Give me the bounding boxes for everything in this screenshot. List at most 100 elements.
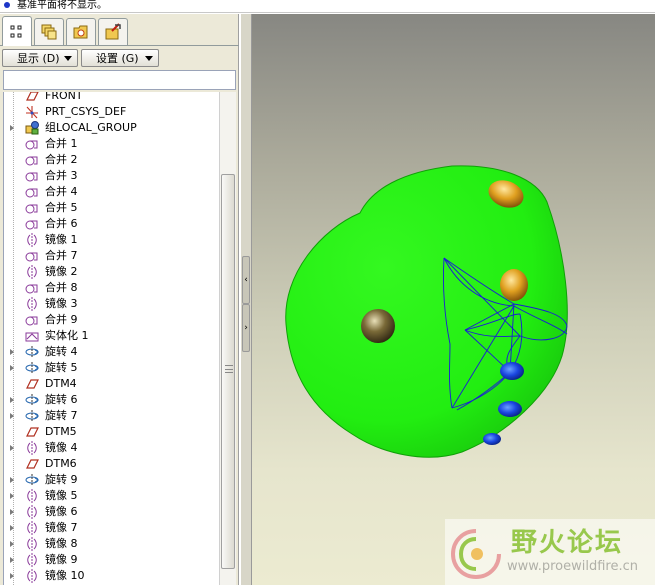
tree-item-label: 旋转 7 (45, 409, 78, 422)
revolve-icon (24, 344, 40, 360)
tab-layers[interactable] (34, 18, 64, 45)
die-pip (361, 309, 395, 343)
tree-item[interactable]: 镜像 5 (4, 488, 219, 504)
tree-item[interactable]: 实体化 1 (4, 328, 219, 344)
graphics-viewport[interactable] (252, 14, 655, 585)
tree-item[interactable]: 镜像 2 (4, 264, 219, 280)
tree-item[interactable]: 镜像 3 (4, 296, 219, 312)
expand-arrow-icon[interactable] (10, 397, 14, 403)
tree-item[interactable]: 镜像 8 (4, 536, 219, 552)
tree-item-label: 镜像 8 (45, 537, 78, 550)
expand-arrow-icon[interactable] (10, 557, 14, 563)
tree-item[interactable]: 镜像 7 (4, 520, 219, 536)
expand-arrow-icon[interactable] (10, 349, 14, 355)
tree-item-label: 合并 9 (45, 313, 78, 326)
tree-item-label: 旋转 4 (45, 345, 78, 358)
expand-arrow-icon[interactable] (10, 573, 14, 579)
tree-item-label: 组LOCAL_GROUP (45, 121, 137, 134)
tree-item[interactable]: 旋转 7 (4, 408, 219, 424)
tree-item[interactable]: 镜像 4 (4, 440, 219, 456)
expand-arrow-icon[interactable] (10, 365, 14, 371)
chevron-down-icon (145, 56, 153, 61)
mirror-icon (24, 488, 40, 504)
tab-model-tree[interactable] (2, 16, 32, 46)
tree-item-label: 合并 1 (45, 137, 78, 150)
expand-arrow-icon[interactable] (10, 125, 14, 131)
tree-item[interactable]: DTM4 (4, 376, 219, 392)
show-dropdown-button[interactable]: 显示 (D) (2, 49, 78, 67)
expand-arrow-icon[interactable] (10, 477, 14, 483)
mirror-icon (24, 296, 40, 312)
tree-item[interactable]: DTM6 (4, 456, 219, 472)
tree-item[interactable]: DTM5 (4, 424, 219, 440)
tree-item[interactable]: 合并 5 (4, 200, 219, 216)
tree-filter-field[interactable] (3, 70, 236, 90)
datum-plane-icon (24, 456, 40, 472)
tree-item[interactable]: 合并 3 (4, 168, 219, 184)
tree-item[interactable]: 镜像 9 (4, 552, 219, 568)
tree-item-label: 合并 7 (45, 249, 78, 262)
tree-item[interactable]: 合并 7 (4, 248, 219, 264)
tree-item[interactable]: 合并 6 (4, 216, 219, 232)
tree-item[interactable]: 旋转 9 (4, 472, 219, 488)
die-pip (483, 433, 501, 445)
tree-item[interactable]: 镜像 10 (4, 568, 219, 584)
scrollbar-thumb[interactable] (221, 174, 235, 569)
tree-item-label: 合并 3 (45, 169, 78, 182)
tab-favorites[interactable] (98, 18, 128, 45)
expand-panel-button[interactable]: › (242, 304, 250, 352)
expand-arrow-icon[interactable] (10, 509, 14, 515)
tree-item-label: 镜像 7 (45, 521, 78, 534)
mirror-icon (24, 552, 40, 568)
expand-arrow-icon[interactable] (10, 493, 14, 499)
tree-item[interactable]: 合并 9 (4, 312, 219, 328)
grip-icon (225, 365, 233, 373)
tree-item[interactable]: 合并 8 (4, 280, 219, 296)
tree-item[interactable]: 合并 2 (4, 152, 219, 168)
tree-item[interactable]: 镜像 1 (4, 232, 219, 248)
tree-item-label: 合并 2 (45, 153, 78, 166)
die-pip (500, 362, 524, 380)
tree-item-label: 镜像 1 (45, 233, 78, 246)
settings-dropdown-button[interactable]: 设置 (G) (81, 49, 159, 67)
navigator-panel: 显示 (D) 设置 (G) FRONT PRT_CSYS_DEF 组LOCAL_GR… (0, 14, 239, 585)
tab-folder-browser[interactable] (66, 18, 96, 45)
mirror-icon (24, 440, 40, 456)
tree-item[interactable]: 旋转 4 (4, 344, 219, 360)
tree-item-label: 镜像 6 (45, 505, 78, 518)
tree-item[interactable]: FRONT (4, 92, 219, 104)
navigator-tabs (0, 14, 239, 46)
mirror-icon (24, 504, 40, 520)
chevron-down-icon (64, 56, 72, 61)
tree-item[interactable]: PRT_CSYS_DEF (4, 104, 219, 120)
expand-arrow-icon[interactable] (10, 525, 14, 531)
tree-item[interactable]: 镜像 6 (4, 504, 219, 520)
tree-item-label: 镜像 9 (45, 553, 78, 566)
tree-item-label: 旋转 6 (45, 393, 78, 406)
tree-item[interactable]: 旋转 5 (4, 360, 219, 376)
model-tree-icon (10, 25, 22, 37)
expand-arrow-icon[interactable] (10, 541, 14, 547)
tree-item[interactable]: 合并 4 (4, 184, 219, 200)
merge-icon (24, 184, 40, 200)
tree-item-label: 合并 4 (45, 185, 78, 198)
csys-icon (24, 104, 40, 120)
revolve-icon (24, 408, 40, 424)
mirror-icon (24, 568, 40, 584)
watermark-title: 野火论坛 (511, 528, 624, 558)
panel-splitter[interactable]: ‹ › (240, 14, 252, 585)
tree-item[interactable]: 组LOCAL_GROUP (4, 120, 219, 136)
tree-item-label: 镜像 5 (45, 489, 78, 502)
tree-item[interactable]: 合并 1 (4, 136, 219, 152)
datum-plane-icon (24, 376, 40, 392)
expand-arrow-icon[interactable] (10, 445, 14, 451)
tree-item[interactable]: 旋转 6 (4, 392, 219, 408)
expand-arrow-icon[interactable] (10, 413, 14, 419)
message-bar: 基准平面将不显示。 (0, 0, 655, 13)
tree-scrollbar[interactable] (219, 92, 236, 585)
model-tree: FRONT PRT_CSYS_DEF 组LOCAL_GROUP 合并 1 合并 2 合并 … (3, 92, 219, 585)
revolve-icon (24, 392, 40, 408)
layers-icon (41, 24, 57, 40)
merge-icon (24, 216, 40, 232)
collapse-panel-button[interactable]: ‹ (242, 256, 250, 304)
